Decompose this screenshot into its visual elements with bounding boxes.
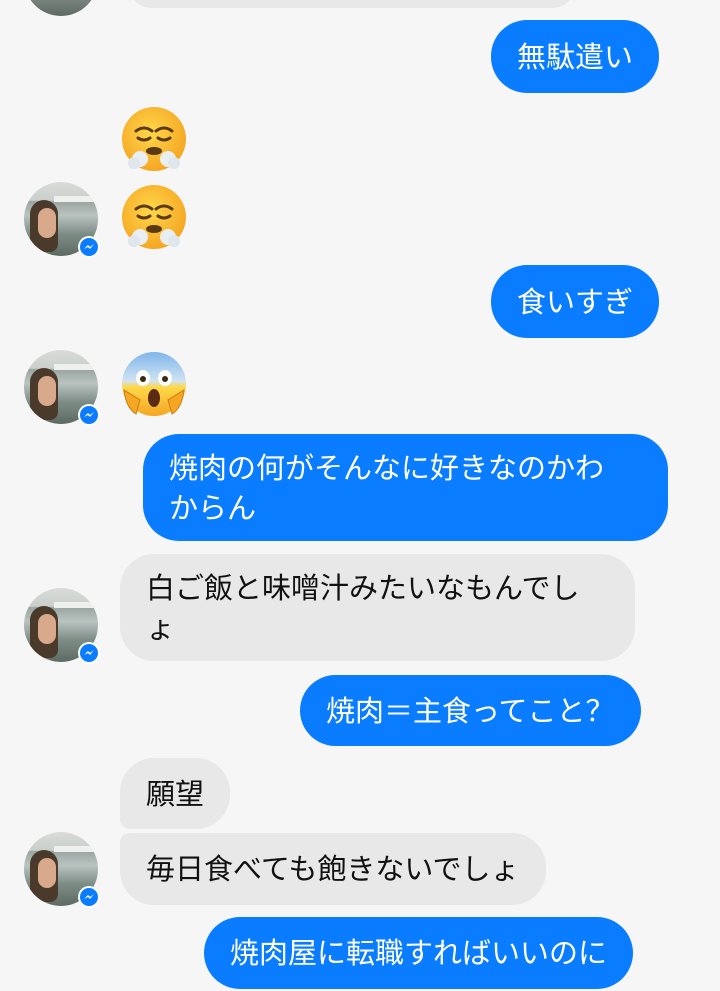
- outgoing-message[interactable]: 焼肉屋に転職すればいいのに: [204, 917, 634, 989]
- contact-avatar[interactable]: [24, 588, 100, 664]
- incoming-message[interactable]: 白ご飯と味噌汁みたいなもんでしょ: [120, 554, 635, 661]
- steam-from-nose-emoji-icon[interactable]: [120, 183, 188, 251]
- messenger-badge-icon: [78, 886, 100, 908]
- outgoing-message[interactable]: 焼肉＝主食ってこと？: [300, 675, 641, 746]
- message-text: 焼肉屋に転職すればいいのに: [230, 936, 608, 970]
- contact-avatar[interactable]: [24, 832, 100, 908]
- message-text: 無駄遣い: [517, 39, 634, 74]
- messenger-badge-icon: [78, 642, 100, 664]
- message-text: 焼肉の何がそんなに好きなのかわからん: [169, 451, 605, 525]
- message-text: 毎日食べても飽きないでしょ: [146, 852, 520, 886]
- message-text: 願望: [146, 776, 205, 811]
- contact-avatar[interactable]: [24, 182, 100, 258]
- steam-from-nose-emoji-icon[interactable]: [120, 105, 188, 173]
- outgoing-message[interactable]: 食いすぎ: [491, 265, 660, 338]
- contact-avatar[interactable]: [24, 0, 98, 16]
- messenger-badge-icon: [78, 236, 100, 258]
- incoming-bubble[interactable]: [128, 0, 576, 8]
- messenger-badge-icon: [78, 404, 100, 426]
- message-text: 食いすぎ: [517, 284, 634, 319]
- message-text: 焼肉＝主食ってこと？: [326, 693, 615, 728]
- incoming-message[interactable]: 毎日食べても飽きないでしょ: [120, 833, 546, 905]
- outgoing-message[interactable]: 焼肉の何がそんなに好きなのかわからん: [143, 434, 668, 541]
- screaming-in-fear-emoji-icon[interactable]: [120, 350, 188, 418]
- contact-avatar[interactable]: [24, 350, 100, 426]
- outgoing-message[interactable]: 無駄遣い: [491, 20, 660, 93]
- incoming-message[interactable]: 願望: [120, 758, 231, 829]
- message-text: 白ご飯と味噌汁みたいなもんでしょ: [146, 571, 580, 645]
